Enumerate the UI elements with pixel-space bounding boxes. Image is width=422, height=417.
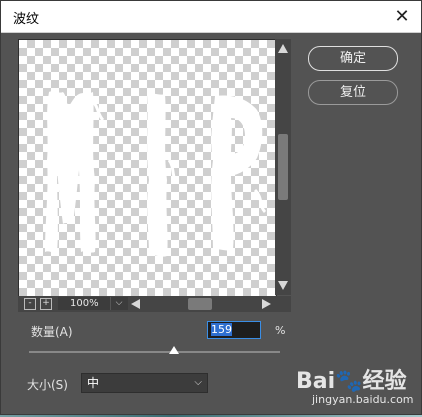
scroll-right-icon[interactable] [262, 299, 271, 309]
ripple-preview-image [45, 91, 267, 257]
watermark-logo: Bai🐾经验 [296, 369, 407, 394]
reset-button[interactable]: 复位 [308, 80, 398, 105]
title-bar: 波纹 ✕ [1, 1, 421, 33]
amount-label: 数量(A) [31, 325, 73, 339]
amount-slider-track[interactable] [29, 351, 280, 353]
letter-m [45, 91, 96, 253]
amount-slider-handle[interactable] [169, 346, 179, 354]
vertical-scroll-thumb[interactable] [278, 134, 288, 200]
watermark-text: jingyan.baidu.com [312, 393, 414, 406]
ripple-dialog: 波纹 ✕ - + 100% ⌵ 确定 复位 数量(A) 159 % 大小(S) … [0, 0, 422, 415]
horizontal-scroll-thumb[interactable] [188, 298, 212, 310]
preview-canvas[interactable] [18, 39, 277, 297]
size-select[interactable]: 中 ⌵ [81, 373, 208, 393]
amount-input[interactable]: 159 [207, 321, 261, 339]
preview-toolbar: - + 100% ⌵ [18, 296, 291, 312]
letter-i [147, 93, 168, 257]
baidu-watermark: Bai🐾经验 jingyan.baidu.com [296, 363, 421, 413]
size-label: 大小(S) [27, 378, 68, 392]
zoom-out-button[interactable]: - [24, 298, 36, 310]
zoom-in-button[interactable]: + [40, 298, 52, 310]
close-icon[interactable]: ✕ [391, 5, 413, 27]
preview-vertical-scrollbar[interactable] [275, 39, 291, 295]
scroll-down-icon[interactable] [278, 281, 288, 290]
dialog-title: 波纹 [13, 12, 40, 27]
chevron-down-icon: ⌵ [194, 377, 202, 388]
letter-p [211, 95, 263, 251]
amount-unit: % [275, 324, 286, 337]
ok-button[interactable]: 确定 [308, 46, 398, 71]
amount-value: 159 [211, 323, 232, 336]
size-select-value: 中 [87, 376, 100, 390]
scroll-up-icon[interactable] [278, 44, 288, 53]
scroll-left-icon[interactable] [131, 299, 140, 309]
zoom-dropdown-icon[interactable]: ⌵ [110, 297, 127, 310]
